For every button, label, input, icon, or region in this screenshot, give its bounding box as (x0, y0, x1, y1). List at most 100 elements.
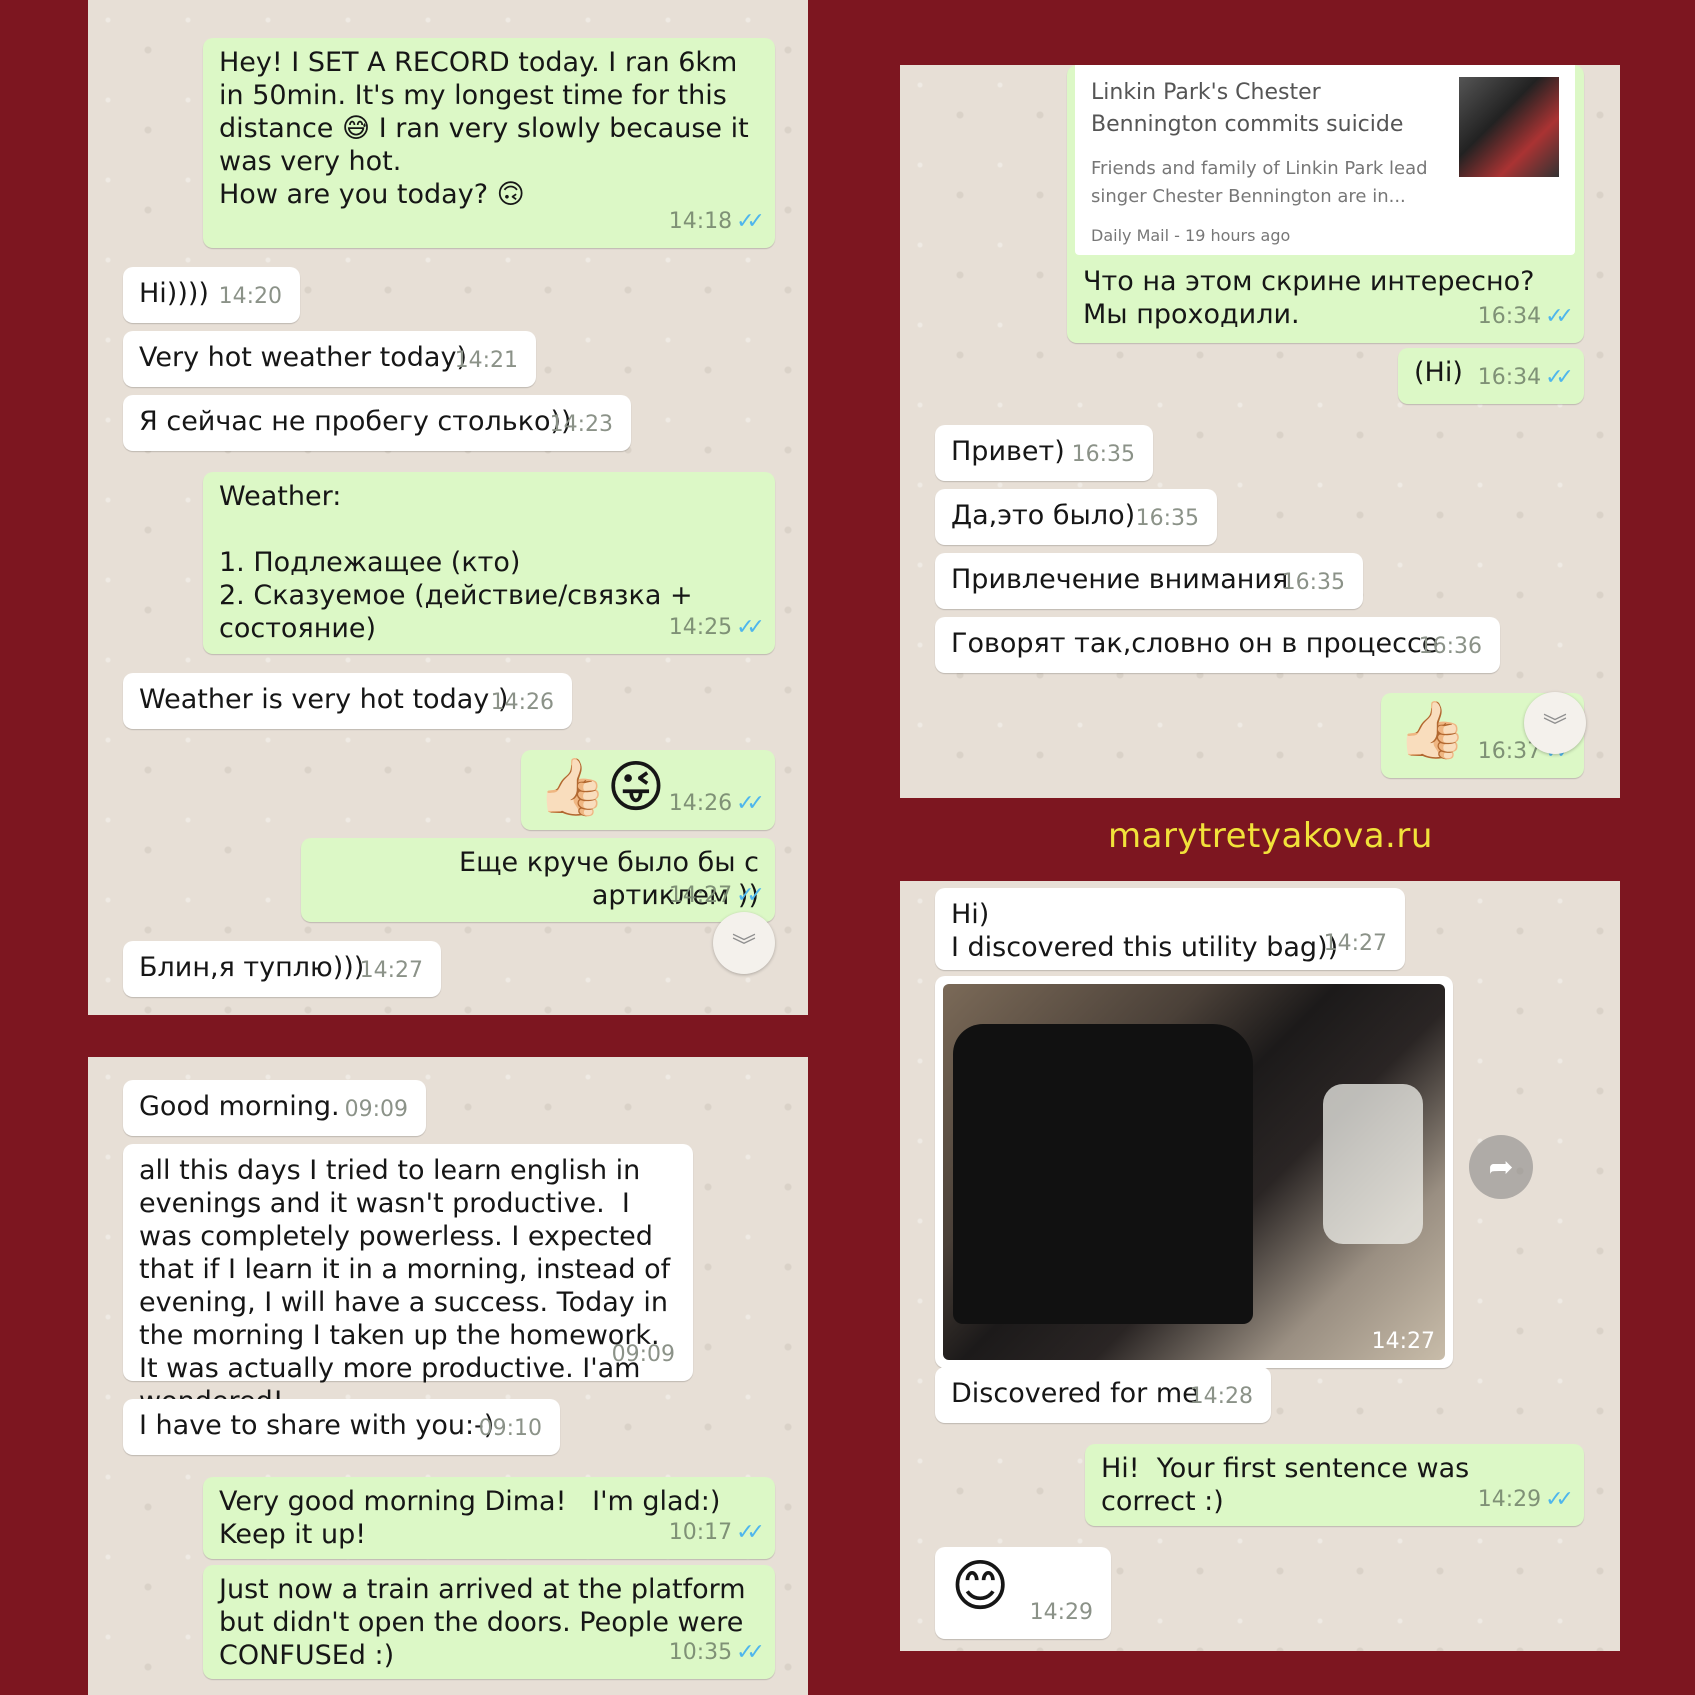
message-time: 16:35 (1281, 570, 1345, 595)
message-incoming[interactable]: Привлечение внимания 16:35 (935, 553, 1363, 609)
double-check-icon: ✓✓ (1545, 1487, 1574, 1512)
message-time: 16:35 (1135, 506, 1199, 531)
message-time: 14:18 (668, 209, 733, 234)
message-meta: 16:34 ✓✓ (1477, 300, 1574, 333)
double-check-icon: ✓✓ (736, 615, 765, 640)
link-preview-card[interactable]: Linkin Park's Chester Bennington commits… (1075, 65, 1575, 255)
message-incoming[interactable]: Good morning. 09:09 (123, 1080, 426, 1136)
message-incoming[interactable]: Я сейчас не пробегу столько)) 14:23 (123, 395, 631, 451)
message-time: 16:36 (1418, 634, 1482, 659)
message-meta: 14:29 ✓✓ (1477, 1483, 1574, 1516)
message-text: I have to share with you:-) (139, 1410, 495, 1441)
share-forward-icon[interactable]: ➦ (1469, 1135, 1533, 1199)
emoji-text: 😊 (951, 1554, 1010, 1619)
message-outgoing[interactable]: (Hi) 16:34 ✓✓ (1398, 348, 1584, 404)
message-time: 09:09 (611, 1342, 675, 1367)
message-time: 16:34 (1477, 304, 1542, 329)
message-text: Discovered for me (951, 1378, 1199, 1409)
message-incoming[interactable]: Блин,я туплю))) 14:27 (123, 941, 441, 997)
chat-panel-1: Hey! I SET A RECORD today. I ran 6km in … (88, 0, 808, 1015)
site-watermark: marytretyakova.ru (1108, 816, 1433, 856)
message-time: 14:27 (668, 883, 733, 908)
double-check-icon: ✓✓ (1545, 304, 1574, 329)
message-text: Я сейчас не пробегу столько)) (139, 406, 572, 437)
message-text: Говорят так,словно он в процессе (951, 628, 1439, 659)
message-incoming[interactable]: Discovered for me 14:28 (935, 1367, 1271, 1423)
chat-panel-2: Linkin Park's Chester Bennington commits… (900, 65, 1620, 798)
emoji-text: 👍🏻 (1397, 698, 1467, 763)
message-outgoing[interactable]: 👍🏻😜 14:26 ✓✓ (521, 750, 775, 830)
message-time: 14:27 (359, 958, 423, 983)
double-check-icon: ✓✓ (736, 791, 765, 816)
message-incoming[interactable]: Hi) I discovered this utility bag)) 14:2… (935, 888, 1405, 970)
utility-bag-photo[interactable]: 14:27 (943, 984, 1445, 1360)
message-time: 10:35 (668, 1640, 733, 1665)
message-incoming[interactable]: Да,это было) 16:35 (935, 489, 1217, 545)
link-preview-source: Daily Mail - 19 hours ago (1091, 226, 1291, 245)
message-time: 14:21 (454, 348, 518, 373)
message-text: Very hot weather today) (139, 342, 467, 373)
link-preview-thumbnail (1459, 77, 1559, 177)
message-text: Good morning. (139, 1091, 340, 1122)
message-incoming[interactable]: Hi)))) 14:20 (123, 267, 300, 323)
message-meta: 16:34 ✓✓ (1477, 361, 1574, 394)
message-time: 10:17 (668, 1520, 733, 1545)
message-outgoing[interactable]: Linkin Park's Chester Bennington commits… (1067, 65, 1584, 343)
emoji-text: 👍🏻😜 (537, 755, 666, 820)
link-preview-description: Friends and family of Linkin Park lead s… (1091, 158, 1428, 207)
message-text: Hey! I SET A RECORD today. I ran 6km in … (219, 47, 749, 210)
message-text: Блин,я туплю))) (139, 952, 365, 983)
chat-panel-4: Hi) I discovered this utility bag)) 14:2… (900, 881, 1620, 1651)
message-meta: 14:26 ✓✓ (668, 787, 765, 820)
message-incoming[interactable]: 😊 14:29 (935, 1547, 1111, 1639)
message-text: Привлечение внимания (951, 564, 1289, 595)
message-meta: 10:35 ✓✓ (668, 1636, 765, 1669)
message-time: 14:26 (668, 791, 733, 816)
message-incoming[interactable]: Weather is very hot today ) 14:26 (123, 673, 572, 729)
message-outgoing[interactable]: Hi! Your first sentence was correct :) 1… (1085, 1444, 1584, 1526)
message-meta: 10:17 ✓✓ (668, 1516, 765, 1549)
message-time: 16:34 (1477, 365, 1542, 390)
message-outgoing[interactable]: Very good morning Dima! I'm glad:) Keep … (203, 1477, 775, 1559)
message-time: 14:27 (1323, 931, 1387, 956)
message-incoming[interactable]: all this days I tried to learn english i… (123, 1144, 693, 1417)
message-outgoing[interactable]: Hey! I SET A RECORD today. I ran 6km in … (203, 38, 775, 248)
image-message[interactable]: 14:27 (935, 976, 1453, 1368)
message-time: 09:10 (478, 1416, 542, 1441)
message-outgoing[interactable]: Just now a train arrived at the platform… (203, 1565, 775, 1679)
message-time: 09:09 (344, 1097, 408, 1122)
message-incoming[interactable]: Говорят так,словно он в процессе 16:36 (935, 617, 1500, 673)
message-time: 14:25 (668, 615, 733, 640)
message-incoming[interactable]: I have to share with you:-) 09:10 (123, 1399, 560, 1455)
message-incoming[interactable]: Very hot weather today) 14:21 (123, 331, 536, 387)
double-check-icon: ✓✓ (736, 883, 765, 908)
double-check-icon: ✓✓ (736, 1640, 765, 1665)
message-incoming[interactable]: Привет) 16:35 (935, 425, 1153, 481)
message-time: 14:23 (549, 412, 613, 437)
food-container-shape (1323, 1084, 1423, 1244)
message-time: 14:20 (218, 284, 282, 309)
bag-shape (953, 1024, 1253, 1324)
message-time: 14:28 (1189, 1384, 1253, 1409)
chat-panel-3: Good morning. 09:09 all this days I trie… (88, 1057, 808, 1695)
message-text: Weather is very hot today ) (139, 684, 509, 715)
chevron-double-down-icon[interactable]: ︾ (1524, 692, 1586, 754)
message-time: 14:26 (490, 690, 554, 715)
message-time: 14:29 (1029, 1600, 1093, 1625)
double-check-icon: ✓✓ (1545, 365, 1574, 390)
message-meta: 14:18 ✓✓ (668, 205, 765, 238)
message-time: 14:29 (1477, 1487, 1542, 1512)
message-time: 16:35 (1071, 442, 1135, 467)
chevron-double-down-icon[interactable]: ︾ (713, 912, 775, 974)
photo-time: 14:27 (1371, 1329, 1435, 1354)
double-check-icon: ✓✓ (736, 209, 765, 234)
message-meta: 14:25 ✓✓ (668, 611, 765, 644)
message-outgoing[interactable]: Еще круче было бы с артиклем )) 14:27 ✓✓ (301, 838, 775, 922)
message-text: Да,это было) (951, 500, 1136, 531)
message-text: all this days I tried to learn english i… (139, 1155, 671, 1417)
double-check-icon: ✓✓ (736, 1520, 765, 1545)
message-text: Привет) (951, 436, 1065, 467)
message-outgoing[interactable]: Weather: 1. Подлежащее (кто) 2. Сказуемо… (203, 472, 775, 654)
link-preview-title: Linkin Park's Chester Bennington commits… (1091, 80, 1404, 137)
message-text: Hi)))) (139, 278, 209, 309)
